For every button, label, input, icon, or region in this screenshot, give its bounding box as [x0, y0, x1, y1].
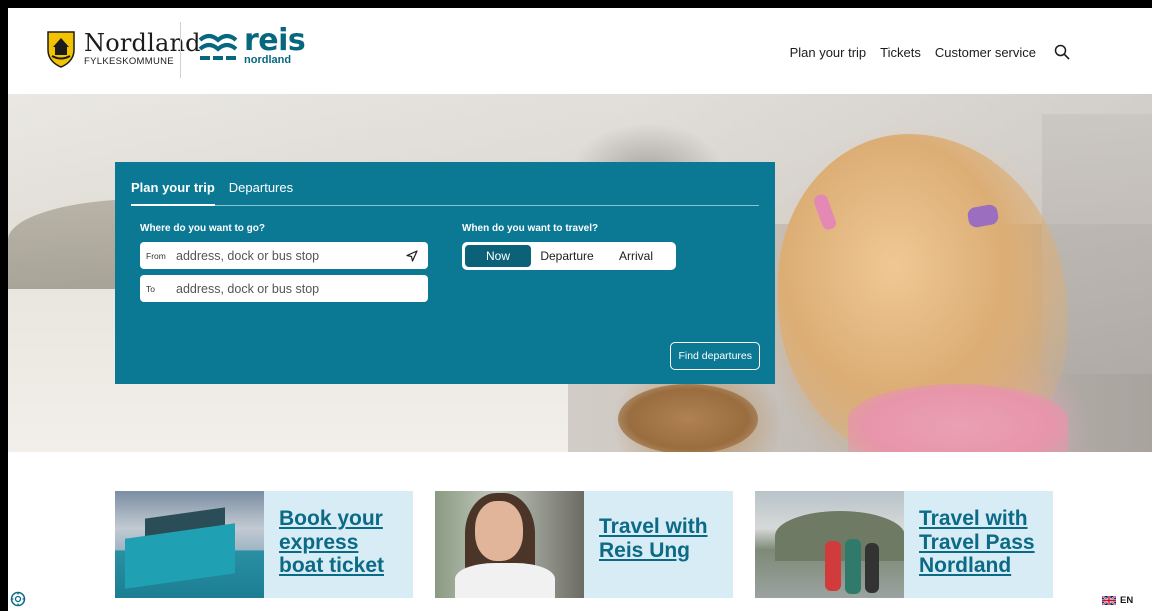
nordland-shield-icon [47, 31, 75, 68]
nav-tickets[interactable]: Tickets [880, 45, 921, 60]
from-prefix: From [146, 250, 166, 261]
time-option-arrival[interactable]: Arrival [603, 245, 669, 267]
language-code: EN [1120, 594, 1134, 606]
planner-tabs: Plan your trip Departures [131, 180, 759, 206]
nordland-sub-wordmark: nordland [244, 54, 292, 66]
promo-card-express-boat[interactable]: Book your express boat ticket [115, 491, 413, 598]
express-boat-image [115, 491, 264, 598]
tab-departures[interactable]: Departures [229, 180, 293, 205]
find-departures-button[interactable]: Find departures [670, 342, 760, 370]
promo-card-travel-pass[interactable]: Travel with Travel Pass Nordland [755, 491, 1053, 598]
where-label: Where do you want to go? [140, 223, 265, 234]
reis-ung-image [435, 491, 584, 598]
search-icon[interactable] [1054, 44, 1070, 60]
promo-link-express-boat[interactable]: Book your express boat ticket [264, 491, 394, 598]
to-field[interactable]: To address, dock or bus stop [140, 275, 428, 302]
logo-divider [180, 22, 181, 78]
time-selector: Now Departure Arrival [462, 242, 676, 270]
reis-nordland-logo[interactable]: reis nordland [198, 23, 306, 66]
uk-flag-icon [1102, 595, 1116, 605]
fylkeskommune-wordmark: FYLKESKOMMUNE [84, 56, 174, 68]
nordland-logo[interactable]: Nordland FYLKESKOMMUNE [46, 30, 201, 68]
from-field[interactable]: From address, dock or bus stop [140, 242, 428, 269]
to-input[interactable]: address, dock or bus stop [176, 282, 418, 296]
nav-plan-your-trip[interactable]: Plan your trip [790, 45, 867, 60]
trip-planner: Plan your trip Departures Where do you w… [115, 162, 775, 384]
cookie-settings-icon[interactable] [10, 591, 26, 607]
time-option-departure[interactable]: Departure [531, 245, 603, 267]
language-switcher[interactable]: EN [1096, 590, 1148, 610]
promo-link-travel-pass[interactable]: Travel with Travel Pass Nordland [904, 491, 1045, 598]
nav-customer-service[interactable]: Customer service [935, 45, 1036, 60]
nordland-wordmark: Nordland [84, 29, 201, 58]
tab-plan-your-trip[interactable]: Plan your trip [131, 180, 215, 206]
reis-waves-icon [198, 34, 238, 60]
from-input[interactable]: address, dock or bus stop [176, 249, 406, 263]
to-prefix: To [146, 283, 155, 294]
location-arrow-icon[interactable] [406, 249, 418, 262]
reis-wordmark: reis [244, 23, 306, 58]
promo-link-reis-ung[interactable]: Travel with Reis Ung [584, 491, 718, 598]
promo-card-reis-ung[interactable]: Travel with Reis Ung [435, 491, 733, 598]
travel-pass-image [755, 491, 904, 598]
when-label: When do you want to travel? [462, 223, 599, 234]
page: Nordland FYLKESKOMMUNE reis nordland Pla… [8, 8, 1152, 611]
site-header: Nordland FYLKESKOMMUNE reis nordland Pla… [8, 8, 1152, 94]
main-nav: Plan your trip Tickets Customer service [790, 44, 1070, 60]
time-option-now[interactable]: Now [465, 245, 531, 267]
